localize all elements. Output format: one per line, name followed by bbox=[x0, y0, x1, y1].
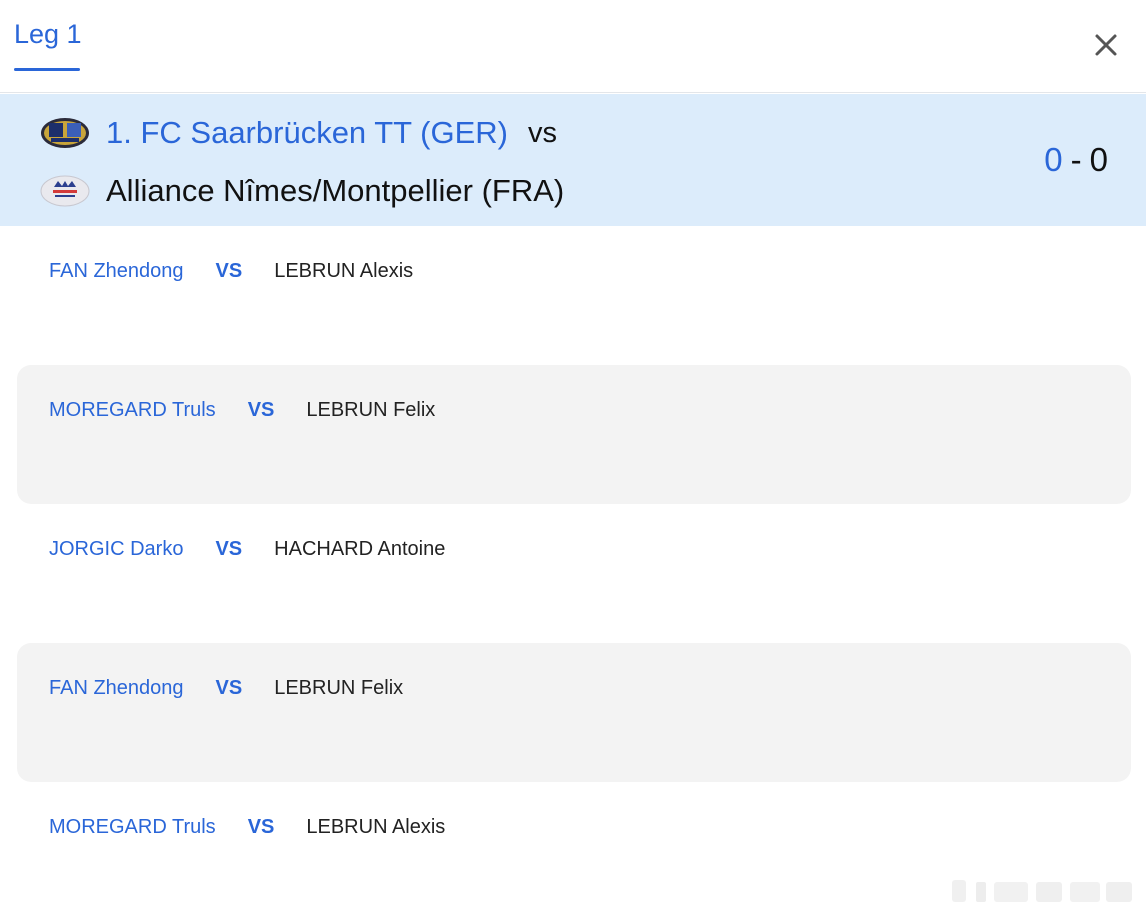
home-player[interactable]: JORGIC Darko bbox=[49, 538, 183, 561]
away-player[interactable]: LEBRUN Alexis bbox=[274, 260, 413, 283]
away-player[interactable]: HACHARD Antoine bbox=[274, 538, 445, 561]
game-vs-label: VS bbox=[215, 676, 243, 699]
away-team-row: Alliance Nîmes/Montpellier (FRA) bbox=[40, 169, 564, 213]
home-player[interactable]: FAN Zhendong bbox=[49, 260, 184, 283]
tab-leg-1[interactable]: Leg 1 bbox=[14, 14, 82, 72]
close-icon bbox=[1095, 34, 1117, 56]
game-matchup: JORGIC Darko VS HACHARD Antoine bbox=[49, 534, 445, 564]
away-score: 0 bbox=[1089, 141, 1108, 178]
home-player[interactable]: MOREGARD Truls bbox=[49, 399, 216, 422]
match-score: 0-0 bbox=[1044, 138, 1108, 182]
home-player[interactable]: MOREGARD Truls bbox=[49, 816, 216, 839]
watermark-icon bbox=[952, 880, 1132, 902]
games-list: FAN Zhendong VS LEBRUN Alexis MOREGARD T… bbox=[17, 226, 1131, 918]
home-player[interactable]: FAN Zhendong bbox=[49, 677, 184, 700]
game-vs-label: VS bbox=[215, 537, 243, 560]
game-row[interactable]: MOREGARD Truls VS LEBRUN Felix bbox=[17, 365, 1131, 504]
home-team-name[interactable]: 1. FC Saarbrücken TT (GER) bbox=[106, 111, 508, 155]
game-matchup: MOREGARD Truls VS LEBRUN Alexis bbox=[49, 812, 445, 842]
saarbrucken-logo-icon bbox=[41, 118, 89, 148]
game-matchup: MOREGARD Truls VS LEBRUN Felix bbox=[49, 395, 435, 425]
away-player[interactable]: LEBRUN Felix bbox=[306, 399, 435, 422]
match-vs-label: vs bbox=[527, 116, 557, 149]
away-team-name[interactable]: Alliance Nîmes/Montpellier (FRA) bbox=[106, 169, 564, 213]
score-separator: - bbox=[1070, 141, 1082, 178]
game-matchup: FAN Zhendong VS LEBRUN Alexis bbox=[49, 256, 413, 286]
away-player[interactable]: LEBRUN Felix bbox=[274, 677, 403, 700]
game-row[interactable]: FAN Zhendong VS LEBRUN Alexis bbox=[17, 226, 1131, 365]
home-team-row: 1. FC Saarbrücken TT (GER) vs bbox=[40, 111, 557, 155]
game-matchup: FAN Zhendong VS LEBRUN Felix bbox=[49, 673, 403, 703]
close-button[interactable] bbox=[1088, 27, 1124, 63]
game-vs-label: VS bbox=[247, 815, 275, 838]
away-player[interactable]: LEBRUN Alexis bbox=[306, 816, 445, 839]
game-row[interactable]: FAN Zhendong VS LEBRUN Felix bbox=[17, 643, 1131, 782]
modal-header: Leg 1 bbox=[0, 0, 1146, 93]
game-vs-label: VS bbox=[247, 398, 275, 421]
tab-label: Leg 1 bbox=[14, 19, 82, 49]
game-vs-label: VS bbox=[215, 259, 243, 282]
match-banner: 1. FC Saarbrücken TT (GER) vs Alliance N… bbox=[0, 94, 1146, 226]
game-row[interactable]: JORGIC Darko VS HACHARD Antoine bbox=[17, 504, 1131, 643]
home-score: 0 bbox=[1044, 141, 1063, 178]
tab-active-indicator bbox=[14, 68, 80, 71]
nimes-montpellier-logo-icon bbox=[40, 175, 90, 207]
